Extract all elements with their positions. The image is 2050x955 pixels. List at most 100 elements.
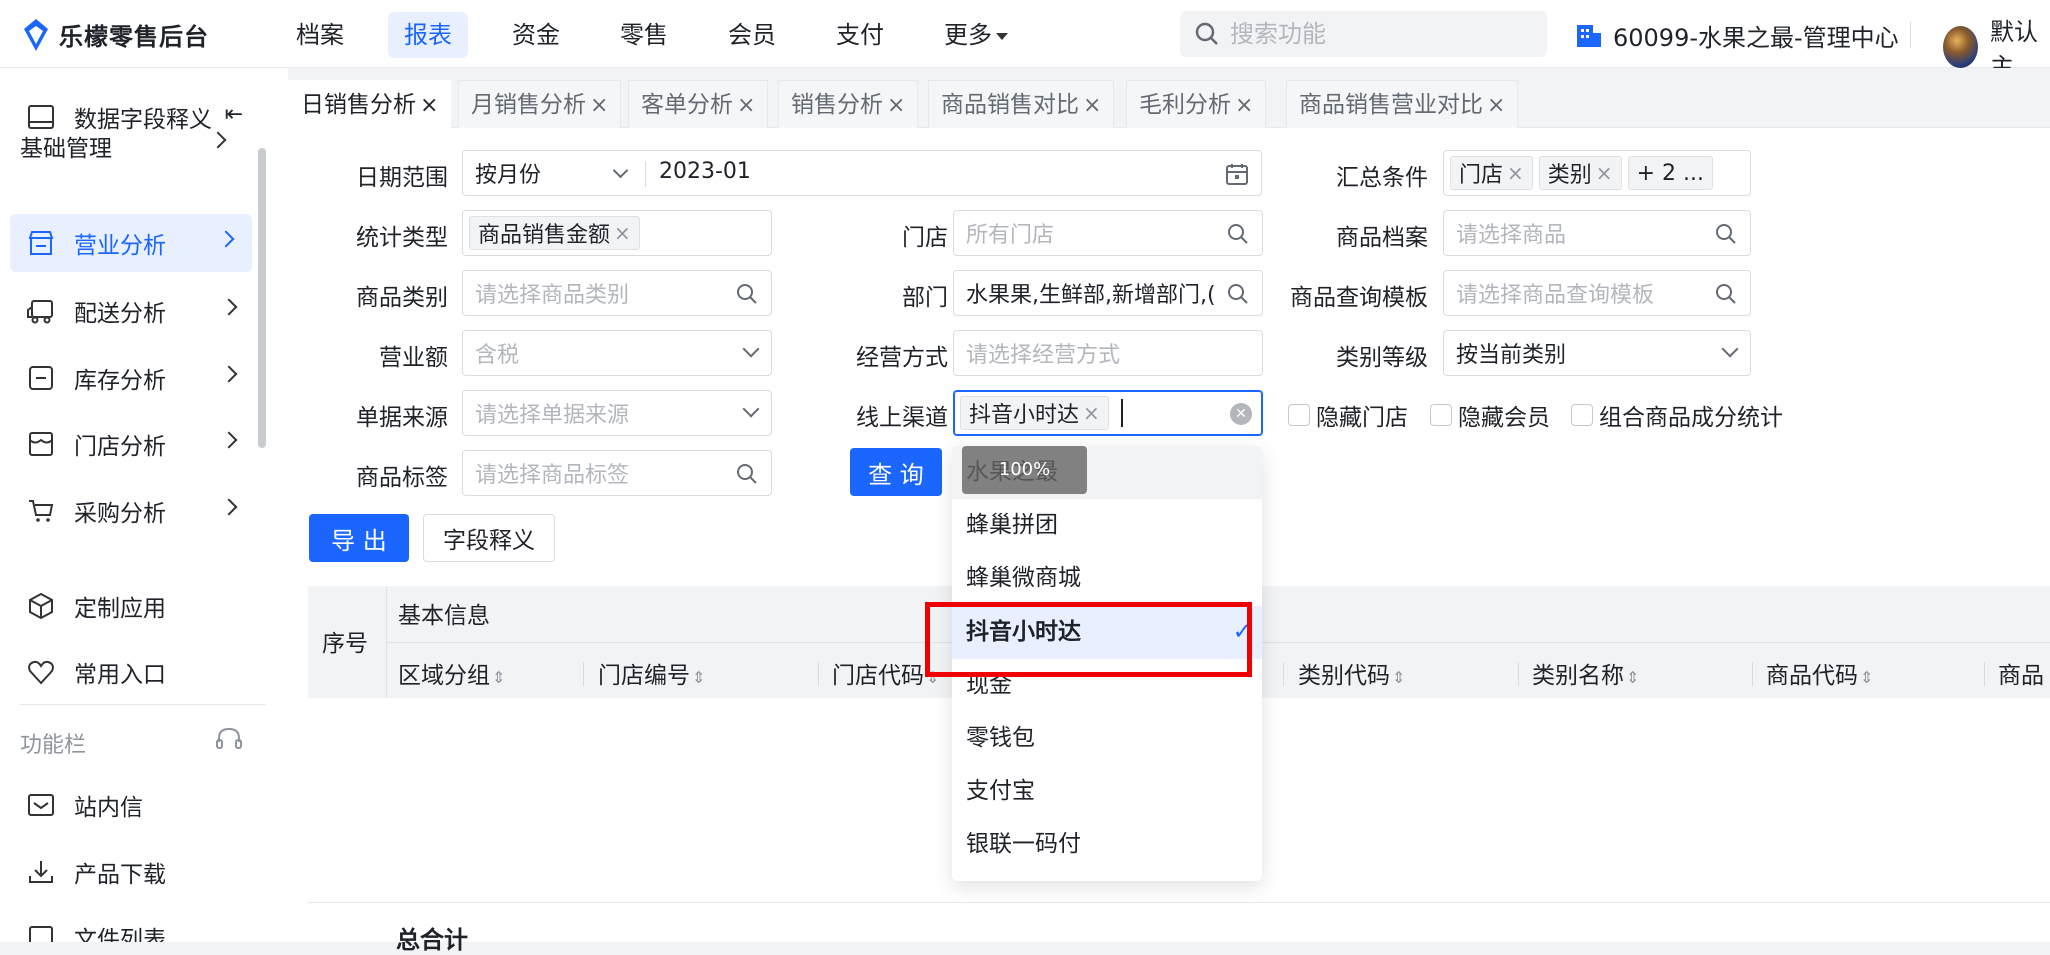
column-header-category-code[interactable]: 类别代码 ⇕ (1298, 656, 1405, 690)
org-selector[interactable]: 60099-水果之最-管理中心 (1575, 18, 1899, 53)
column-header-category-name[interactable]: 类别名称 ⇕ (1532, 656, 1639, 690)
summary-label: 汇总条件 (1336, 165, 1428, 191)
close-icon[interactable]: × (1596, 161, 1613, 185)
date-value[interactable]: 2023-01 (659, 159, 751, 184)
tab-sales-analysis[interactable]: 销售分析 × (778, 80, 919, 128)
calendar-icon (1226, 164, 1248, 185)
close-icon[interactable]: × (1083, 401, 1100, 425)
product-file-field[interactable]: 请选择商品 (1443, 210, 1751, 256)
sort-icon[interactable]: ⇕ (692, 668, 705, 687)
close-icon[interactable]: × (1235, 93, 1253, 118)
stat-type-field[interactable]: 商品销售金额 × (462, 210, 772, 256)
sidebar-section-basic[interactable]: 基础管理 (20, 129, 112, 163)
nav-item-archive[interactable]: 档案 (280, 12, 360, 58)
sidebar-item-file-list[interactable]: 文件列表 (0, 908, 255, 942)
checkbox-label: 组合商品成分统计 (1599, 405, 1783, 431)
search-input[interactable] (1230, 20, 1530, 48)
column-header-store-no[interactable]: 门店编号 ⇕ (598, 656, 705, 690)
category-level-value: 按当前类别 (1456, 343, 1567, 368)
divider (1283, 662, 1284, 686)
hide-store-checkbox[interactable]: 隐藏门店 (1288, 398, 1408, 432)
dropdown-option[interactable]: 蜂巢拼团 (952, 499, 1262, 552)
category-level-select[interactable]: 按当前类别 (1443, 330, 1751, 376)
collapse-sidebar-icon[interactable]: ⇤ (225, 102, 243, 127)
checkbox-box[interactable] (1288, 404, 1310, 426)
column-header-product[interactable]: 商品 (1998, 656, 2044, 690)
department-field[interactable]: 水果果,生鲜部,新增部门,( (953, 270, 1263, 316)
sort-icon[interactable]: ⇕ (1392, 668, 1405, 687)
sidebar-item-label: 采购分析 (74, 501, 166, 527)
bill-source-select[interactable]: 请选择单据来源 (462, 390, 772, 436)
store-field[interactable]: 所有门店 (953, 210, 1263, 256)
sidebar-item-store-analysis[interactable]: 门店分析 (0, 415, 255, 473)
sort-icon[interactable]: ⇕ (1860, 668, 1873, 687)
logo-icon (24, 18, 48, 51)
dropdown-option[interactable]: 零钱包 (952, 712, 1262, 765)
tab-daily-sales[interactable]: 日销售分析 × (288, 80, 452, 128)
sidebar-item-inventory-analysis[interactable]: 库存分析 (0, 349, 255, 407)
tab-gross-profit[interactable]: 毛利分析 × (1126, 80, 1267, 128)
tab-monthly-sales[interactable]: 月销售分析 × (458, 80, 622, 128)
column-header-store-code[interactable]: 门店代码 ⇕ (832, 656, 939, 690)
tab-product-sales-business-compare[interactable]: 商品销售营业对比 × (1286, 80, 1519, 128)
close-icon[interactable]: × (1487, 93, 1505, 118)
sort-icon[interactable]: ⇕ (492, 668, 505, 687)
clear-icon[interactable]: ✕ (1230, 403, 1252, 425)
product-tag-field[interactable]: 请选择商品标签 (462, 450, 772, 496)
headset-icon[interactable] (214, 726, 244, 758)
summary-more-tag[interactable]: + 2 ... (1627, 156, 1713, 190)
function-search[interactable] (1180, 11, 1547, 57)
query-template-field[interactable]: 请选择商品查询模板 (1443, 270, 1751, 316)
search-icon (737, 284, 757, 304)
nav-item-funds[interactable]: 资金 (496, 12, 576, 58)
field-def-button[interactable]: 字段释义 (423, 514, 555, 562)
category-field[interactable]: 请选择商品类别 (462, 270, 772, 316)
sidebar-item-delivery-analysis[interactable]: 配送分析 (0, 282, 255, 340)
dropdown-option[interactable]: 银联一码付 (952, 818, 1262, 871)
close-icon[interactable]: × (737, 93, 755, 118)
nav-item-more[interactable]: 更多 (928, 12, 1024, 58)
logo[interactable]: 乐檬零售后台 (22, 17, 209, 52)
dropdown-option[interactable]: 支付宝 (952, 765, 1262, 818)
sort-icon[interactable]: ⇕ (1626, 668, 1639, 687)
summary-field[interactable]: 门店 × 类别 × + 2 ... (1443, 150, 1751, 196)
top-nav: 档案 报表 资金 零售 会员 支付 更多 (280, 12, 1052, 58)
export-button[interactable]: 导 出 (309, 514, 409, 562)
sidebar-item-label: 库存分析 (74, 368, 166, 394)
close-icon[interactable]: × (1507, 161, 1524, 185)
tab-customer-order[interactable]: 客单分析 × (628, 80, 769, 128)
column-header-region[interactable]: 区域分组 ⇕ (398, 656, 505, 690)
sidebar-item-product-download[interactable]: 产品下载 (0, 843, 255, 901)
sidebar-item-common-entry[interactable]: 常用入口 (0, 643, 255, 701)
query-button[interactable]: 查 询 (850, 448, 942, 496)
close-icon[interactable]: × (887, 93, 905, 118)
date-range-field[interactable]: 按月份 2023-01 (462, 150, 1262, 196)
sidebar-item-business-analysis[interactable]: 营业分析 (10, 214, 252, 272)
business-mode-select[interactable]: 请选择经营方式 (953, 330, 1263, 376)
checkbox-box[interactable] (1430, 404, 1452, 426)
close-icon[interactable]: × (614, 221, 631, 245)
revenue-select[interactable]: 含税 (462, 330, 772, 376)
nav-item-members[interactable]: 会员 (712, 12, 792, 58)
column-header-product-code[interactable]: 商品代码 ⇕ (1766, 656, 1873, 690)
date-mode-select[interactable]: 按月份 (475, 157, 541, 189)
combo-product-checkbox[interactable]: 组合商品成分统计 (1571, 398, 1783, 432)
sidebar-item-station-mail[interactable]: 站内信 (0, 776, 255, 834)
dropdown-option[interactable]: 蜂巢微商城 (952, 552, 1262, 605)
tab-product-sales-compare[interactable]: 商品销售对比 × (928, 80, 1115, 128)
nav-item-retail[interactable]: 零售 (604, 12, 684, 58)
hide-member-checkbox[interactable]: 隐藏会员 (1430, 398, 1550, 432)
sidebar-item-purchase-analysis[interactable]: 采购分析 (0, 482, 255, 540)
checkbox-box[interactable] (1571, 404, 1593, 426)
close-icon[interactable]: × (590, 93, 608, 118)
stat-type-label: 统计类型 (356, 225, 448, 251)
close-icon[interactable]: × (1083, 93, 1101, 118)
product-file-label: 商品档案 (1336, 225, 1428, 251)
nav-item-reports[interactable]: 报表 (388, 12, 468, 58)
sidebar-item-custom-app[interactable]: 定制应用 (0, 577, 255, 635)
close-icon[interactable]: × (420, 93, 438, 118)
nav-item-payment[interactable]: 支付 (820, 12, 900, 58)
online-channel-select[interactable]: 抖音小时达 × ✕ (953, 390, 1263, 436)
store-placeholder: 所有门店 (966, 223, 1055, 248)
sidebar-scrollbar[interactable] (258, 148, 266, 448)
